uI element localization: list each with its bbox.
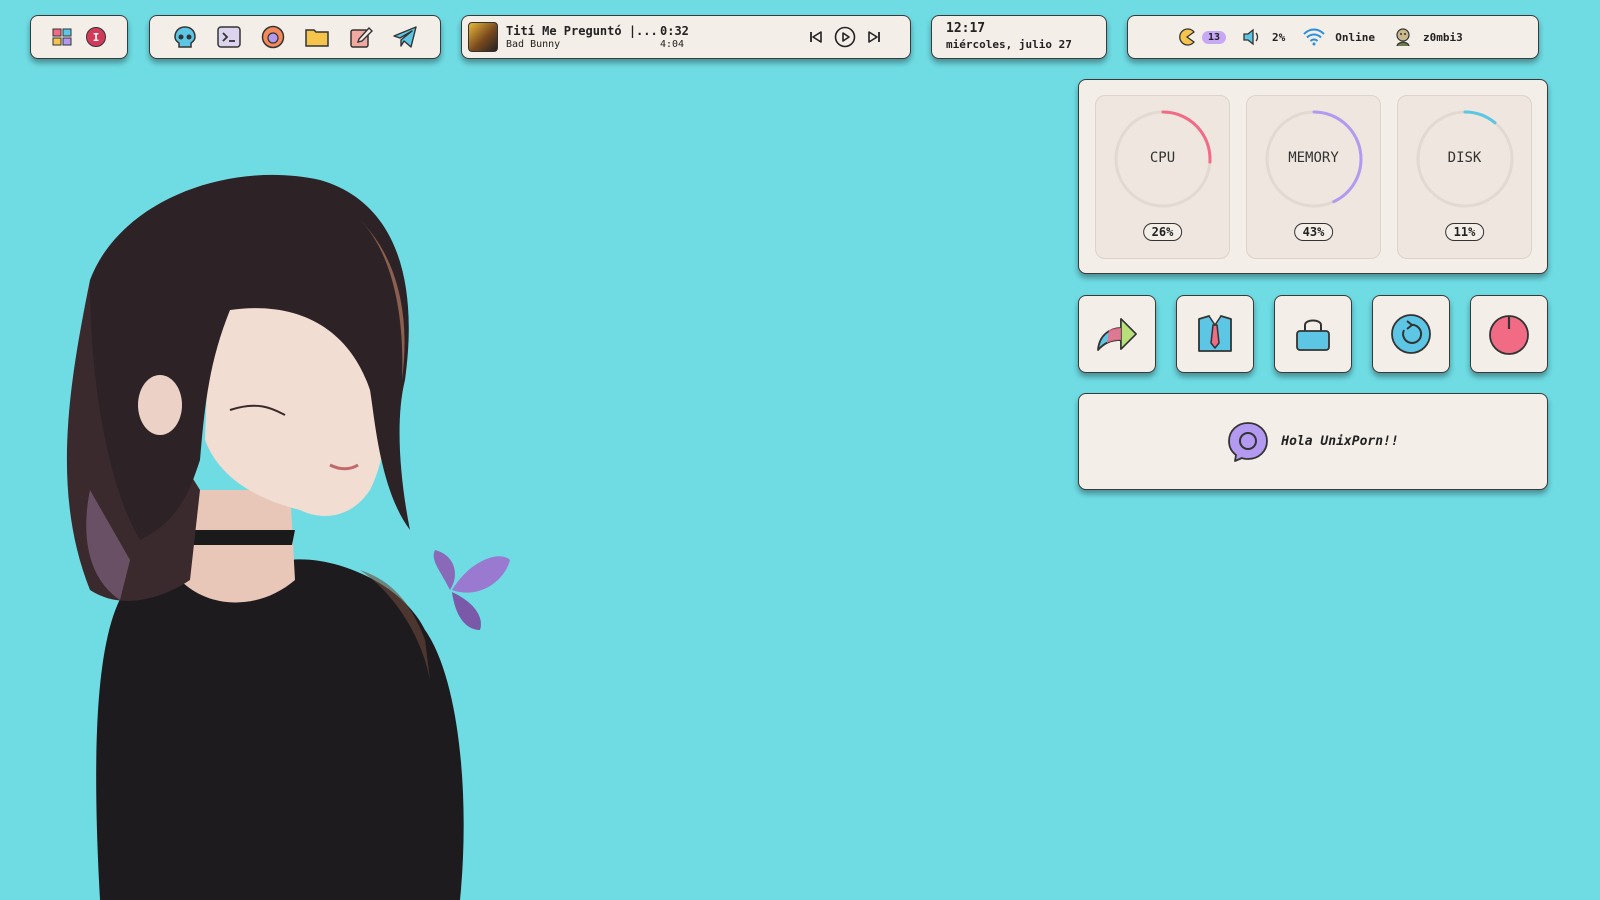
updates-badge: 13 (1202, 30, 1227, 44)
share-icon (1097, 318, 1137, 351)
terminal-icon[interactable] (216, 24, 242, 50)
username: z0mbi3 (1423, 30, 1463, 44)
skull-icon[interactable] (172, 24, 198, 50)
volume-value: 2% (1272, 30, 1286, 44)
chat-bubble-icon (1228, 421, 1269, 462)
next-track-icon[interactable] (866, 29, 882, 45)
firefox-icon[interactable] (260, 24, 286, 50)
user-avatar[interactable]: I (86, 27, 106, 47)
cpu-card: CPU 26% (1095, 95, 1230, 259)
folder-icon[interactable] (304, 24, 330, 50)
song-duration: 4:04 (660, 39, 685, 50)
windows-grid-icon[interactable] (52, 27, 72, 47)
volume-icon[interactable] (1242, 28, 1262, 46)
greeting-text: Hola UnixPorn!! (1281, 434, 1399, 449)
disk-label: DISK (1447, 150, 1482, 166)
clock-time: 12:17 (946, 21, 986, 36)
power-icon (1489, 315, 1529, 355)
song-title: Tití Me Preguntó |... (506, 24, 658, 38)
editor-icon[interactable] (348, 24, 374, 50)
memory-label: MEMORY (1288, 150, 1339, 166)
clock-date: miércoles, julio 27 (946, 38, 1072, 51)
launcher-module: I (30, 15, 128, 59)
cpu-value: 26% (1142, 223, 1183, 241)
system-stats-panel: CPU 26% MEMORY 43% DISK 11% (1078, 79, 1548, 274)
network-status: Online (1335, 30, 1376, 44)
clock-module[interactable]: 12:17 miércoles, julio 27 (931, 15, 1107, 59)
music-player: Tití Me Preguntó |... Bad Bunny 0:32 4:0… (461, 15, 911, 59)
logout-button[interactable] (1176, 295, 1254, 373)
shirt-tie-icon (1198, 315, 1232, 352)
lock-icon (1296, 319, 1330, 351)
previous-track-icon[interactable] (808, 29, 824, 45)
lock-button[interactable] (1274, 295, 1352, 373)
pacman-icon[interactable] (1178, 28, 1196, 46)
shutdown-button[interactable] (1470, 295, 1548, 373)
disk-card: DISK 11% (1397, 95, 1532, 259)
album-art (468, 22, 498, 52)
memory-card: MEMORY 43% (1246, 95, 1381, 259)
wallpaper-illustration (66, 174, 510, 900)
refresh-icon (1391, 314, 1431, 354)
greeting-panel: Hola UnixPorn!! (1078, 393, 1548, 490)
cpu-label: CPU (1149, 150, 1176, 166)
status-module: 13 2% Online z0mbi3 (1127, 15, 1539, 59)
share-button[interactable] (1078, 295, 1156, 373)
reboot-button[interactable] (1372, 295, 1450, 373)
wifi-icon[interactable] (1303, 28, 1326, 46)
song-elapsed: 0:32 (660, 24, 689, 38)
telegram-icon[interactable] (392, 24, 418, 50)
zombie-avatar-icon[interactable] (1393, 27, 1413, 47)
song-artist: Bad Bunny (506, 39, 561, 50)
memory-value: 43% (1293, 223, 1334, 241)
play-icon[interactable] (834, 26, 856, 48)
disk-value: 11% (1444, 223, 1485, 241)
app-dock (149, 15, 441, 59)
